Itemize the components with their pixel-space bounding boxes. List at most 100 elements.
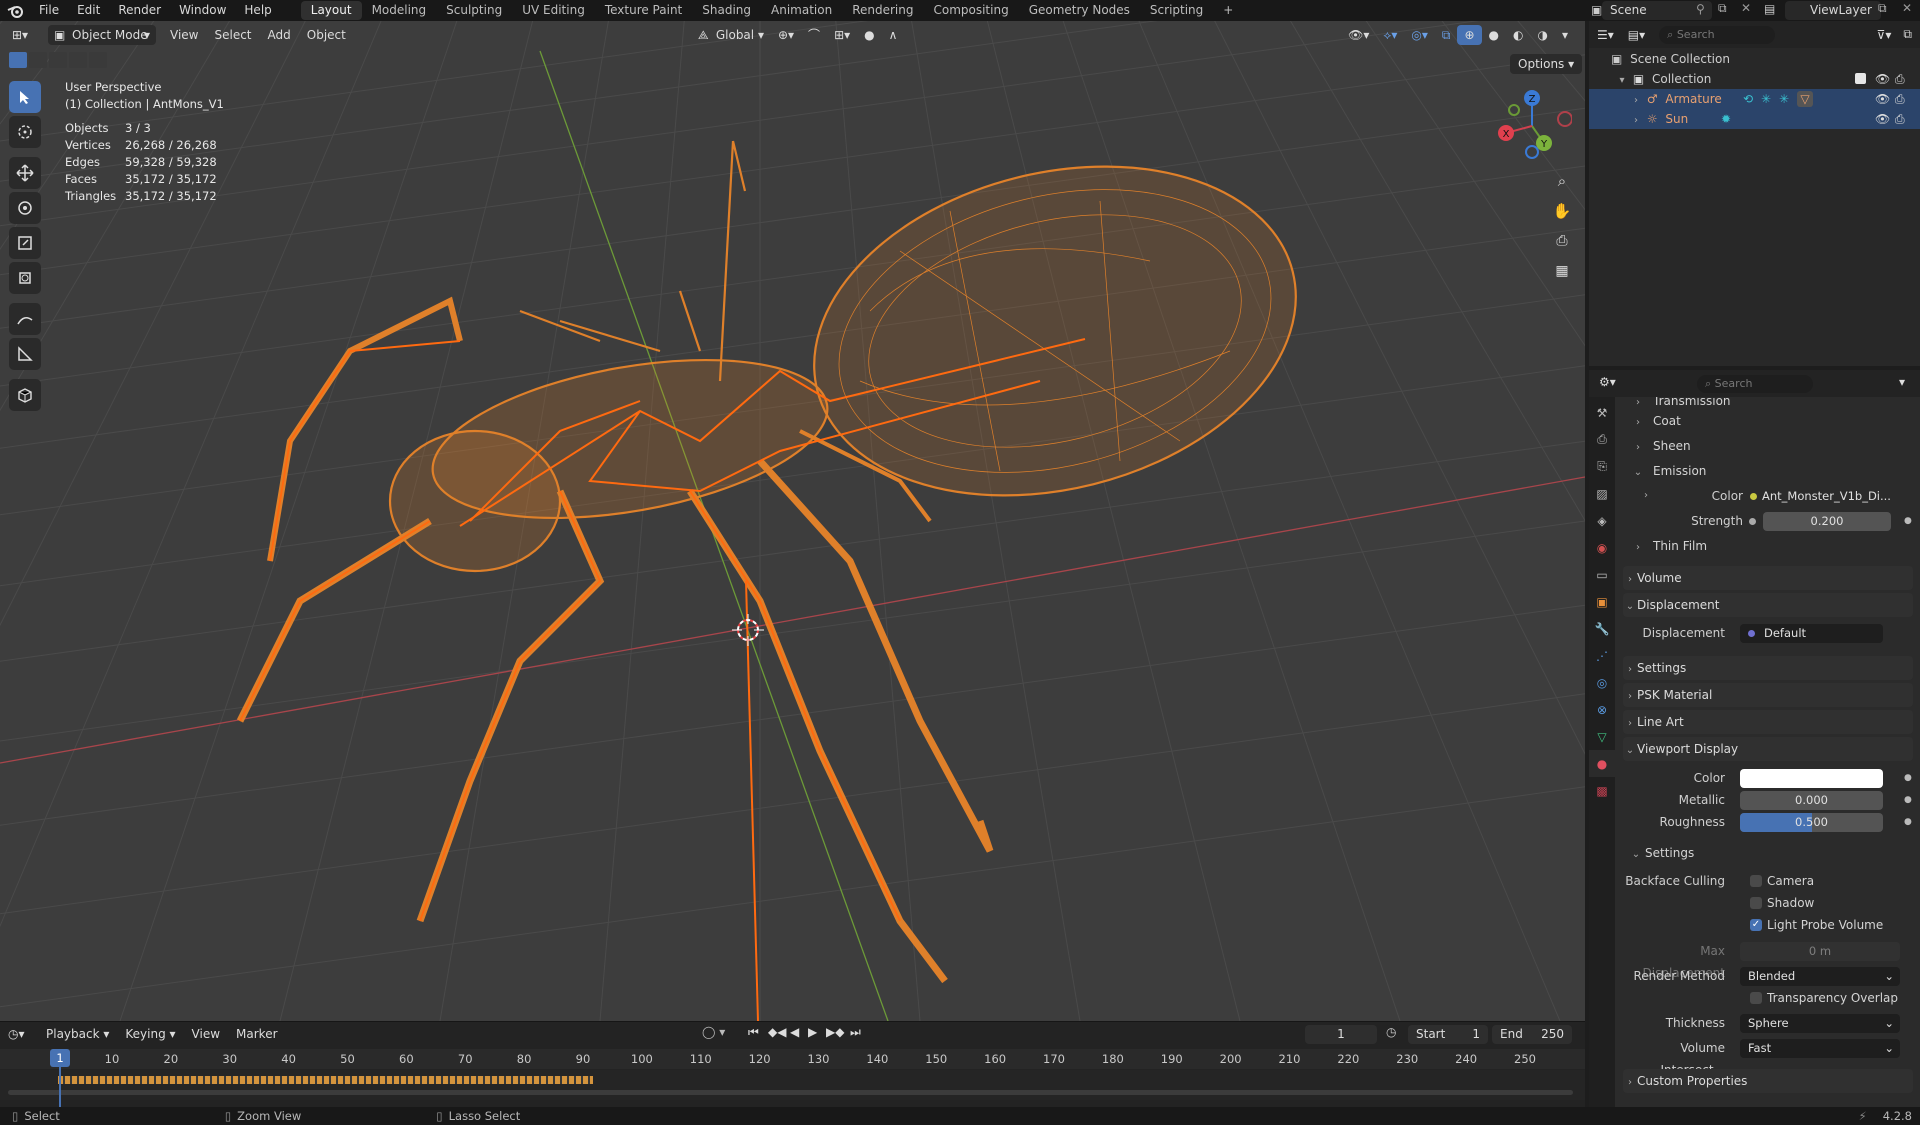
options-dropdown[interactable]: Options ▾ (1510, 54, 1583, 74)
clock-editor-icon[interactable]: ◷▾ (8, 1027, 38, 1041)
tab-render[interactable]: ⎙ (1589, 426, 1615, 453)
tab-texture-paint[interactable]: Texture Paint (595, 1, 692, 20)
vd-color-swatch[interactable] (1740, 769, 1883, 788)
shadow-checkbox[interactable] (1750, 897, 1762, 909)
auto-keying-icon[interactable]: ◯ ▾ (702, 1025, 725, 1039)
timeline-view-menu[interactable]: View (184, 1024, 228, 1044)
current-frame-field[interactable]: 1 (1305, 1025, 1377, 1044)
blender-logo-icon[interactable] (0, 4, 30, 18)
jump-start-icon[interactable]: ⏮ (748, 1025, 759, 1040)
exclude-checkbox-icon[interactable] (1855, 73, 1866, 84)
select-invert-icon[interactable] (69, 52, 87, 68)
panel-line-art[interactable]: › Line Art (1623, 710, 1913, 734)
panel-displacement[interactable]: ⌄ Displacement (1623, 593, 1913, 617)
menu-add[interactable]: Add (260, 25, 299, 45)
keyframe-dot-icon[interactable]: ● (1904, 811, 1912, 833)
visibility-eye-icon[interactable]: 👁 (1875, 69, 1890, 89)
end-frame-field[interactable]: End 250 (1492, 1025, 1572, 1044)
new-scene-icon[interactable]: ⧉ (1718, 1, 1727, 16)
xray-toggle[interactable]: ⧉ (1435, 25, 1458, 45)
options-chevron-icon[interactable]: ▾ (1899, 375, 1905, 389)
tab-object[interactable]: ▣ (1589, 588, 1615, 615)
navigation-gizmo[interactable]: Z Y X (1492, 86, 1572, 166)
tab-output[interactable]: ⎘ (1589, 453, 1615, 480)
select-subtract-icon[interactable] (49, 52, 67, 68)
outliner-editor-icon[interactable]: ☰▾ (1597, 28, 1614, 42)
tab-scene[interactable]: ◈ (1589, 507, 1615, 534)
shading-solid-button[interactable]: ● (1482, 25, 1506, 45)
frame-ruler[interactable]: 10 20 30 40 50 60 70 80 90 100 110 120 130 140 150 160 1… (0, 1049, 1585, 1069)
gizmo-neg-y[interactable] (1508, 104, 1520, 116)
add-workspace-button[interactable]: + (1213, 1, 1243, 20)
outliner-row-armature[interactable]: › ♂ Armature ⟲ ✳ ✳ ▽ 👁 ⎙ (1589, 89, 1920, 109)
tab-animation[interactable]: Animation (761, 1, 842, 20)
render-camera-icon[interactable]: ⎙ (1895, 89, 1905, 109)
tab-shading[interactable]: Shading (692, 1, 761, 20)
emission-color-link[interactable]: Ant_Monster_V1b_Di... (1748, 487, 1898, 506)
properties-editor-icon[interactable]: ⚙▾ (1599, 375, 1616, 389)
new-view-layer-icon[interactable]: ⧉ (1878, 1, 1887, 16)
outliner-row-collection[interactable]: ▾ ▣ Collection 👁 ⎙ (1589, 69, 1920, 89)
tab-material[interactable]: ● (1589, 750, 1615, 777)
play-reverse-icon[interactable]: ◀ (790, 1025, 799, 1039)
keyframe-strip[interactable] (58, 1076, 593, 1084)
pan-button[interactable]: ✋ (1547, 196, 1577, 226)
keyframe-dot-icon[interactable]: ● (1904, 767, 1912, 789)
playhead[interactable]: 1 (50, 1049, 70, 1067)
panel-custom-properties[interactable]: › Custom Properties (1623, 1069, 1913, 1093)
jump-end-icon[interactable]: ⏭ (850, 1025, 861, 1040)
filter-icon[interactable]: ⊽▾ (1877, 28, 1892, 42)
tab-data[interactable]: ▽ (1589, 723, 1615, 750)
select-intersect-icon[interactable] (89, 52, 107, 68)
panel-volume[interactable]: › Volume (1623, 566, 1913, 590)
keyframe-dot-icon[interactable]: ● (1904, 510, 1912, 532)
start-frame-field[interactable]: Start 1 (1408, 1025, 1488, 1044)
new-collection-icon[interactable]: ⧉ (1903, 27, 1912, 42)
viewport-canvas[interactable] (0, 21, 1585, 1021)
menu-object[interactable]: Object (299, 25, 354, 45)
keyframe-dot-icon[interactable]: ● (1904, 789, 1912, 811)
play-icon[interactable]: ▶ (808, 1025, 817, 1039)
snap-toggle[interactable]: ⌒ (801, 25, 827, 45)
mode-dropdown[interactable]: ▣ Object Mode ▾ (48, 24, 156, 45)
metallic-slider[interactable]: 0.000 (1740, 791, 1883, 810)
keyframe-track[interactable] (0, 1070, 1585, 1100)
visibility-eye-icon[interactable]: 👁 (1875, 89, 1890, 109)
scene-icon[interactable]: ▣ (1591, 3, 1602, 17)
render-camera-icon[interactable]: ⎙ (1895, 69, 1905, 89)
prev-keyframe-icon[interactable]: ◆◀ (768, 1025, 786, 1039)
select-new-icon[interactable] (9, 52, 27, 68)
outliner-search-field[interactable]: ⌕ Search (1659, 25, 1776, 44)
tab-uv-editing[interactable]: UV Editing (512, 1, 595, 20)
tab-world[interactable]: ◉ (1589, 534, 1615, 561)
render-method-dropdown[interactable]: Blended ⌄ (1740, 967, 1900, 986)
expand-arrow-icon[interactable]: › (1629, 91, 1643, 111)
rotate-tool[interactable] (9, 192, 41, 224)
emission-strength-field[interactable]: 0.200 (1763, 512, 1891, 531)
tab-layout[interactable]: Layout (300, 1, 362, 20)
pivot-point-dropdown[interactable]: ⊕▾ (771, 25, 801, 45)
gizmo-toggle[interactable]: ⟡▾ (1376, 25, 1404, 45)
camera-checkbox[interactable] (1750, 875, 1762, 887)
pin-icon[interactable]: ⚲ (1696, 2, 1705, 16)
outliner-row-sun[interactable]: › ☼ Sun ✹ 👁 ⎙ (1589, 109, 1920, 129)
outliner-row-scene-collection[interactable]: ▣ Scene Collection (1589, 49, 1920, 69)
tab-collection[interactable]: ▭ (1589, 561, 1615, 588)
keying-menu[interactable]: Keying ▾ (117, 1024, 183, 1044)
proportional-edit-toggle[interactable]: ● (857, 25, 881, 45)
transform-orientation-dropdown[interactable]: ⟁ Global ▾ (694, 25, 771, 45)
menu-edit[interactable]: Edit (68, 0, 109, 21)
panel-psk-material[interactable]: › PSK Material (1623, 683, 1913, 707)
display-mode-icon[interactable]: ▤▾ (1628, 28, 1645, 42)
shading-rendered-button[interactable]: ◑ (1530, 25, 1554, 45)
tab-scripting[interactable]: Scripting (1140, 1, 1213, 20)
gizmo-neg-z[interactable] (1525, 145, 1539, 159)
ant-mesh-wireframe[interactable] (236, 118, 1331, 984)
menu-help[interactable]: Help (235, 0, 280, 21)
section-coat[interactable]: › Coat (1615, 410, 1920, 432)
editor-type-icon[interactable]: ⊞▾ (12, 28, 40, 42)
render-camera-icon[interactable]: ⎙ (1895, 109, 1905, 129)
expand-arrow-icon[interactable]: ▾ (1615, 71, 1629, 91)
displacement-field[interactable]: Default (1740, 624, 1883, 643)
shading-material-button[interactable]: ◐ (1506, 25, 1530, 45)
